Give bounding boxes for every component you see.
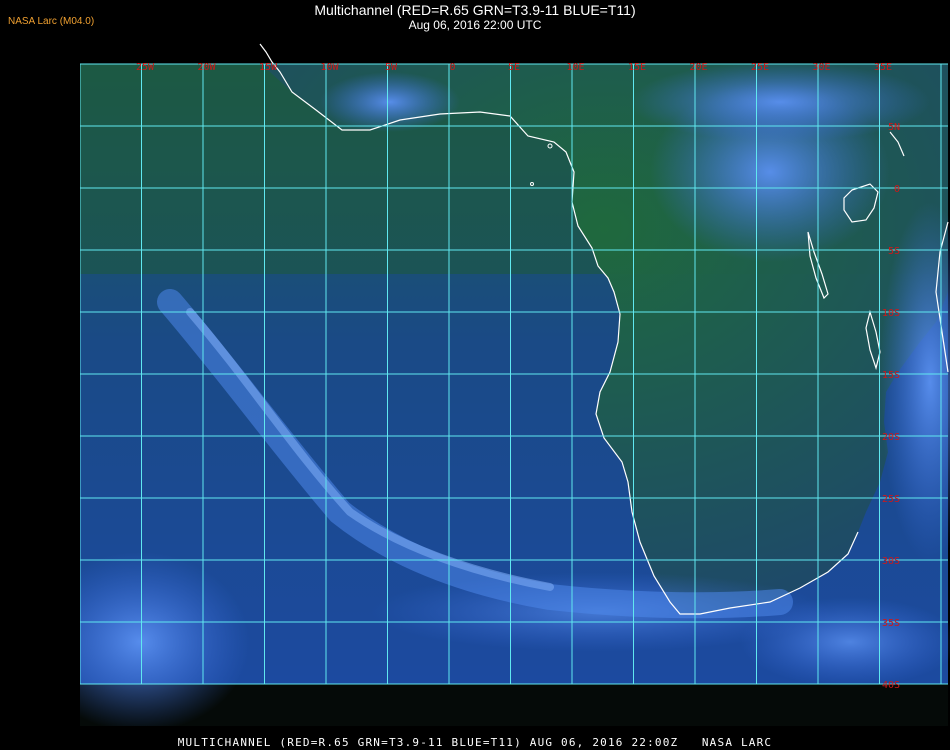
latitude-label: 20S — [882, 432, 900, 443]
longitude-label: 0 — [449, 62, 455, 73]
longitude-label: 15E — [628, 62, 646, 73]
latitude-label: 10S — [882, 308, 900, 319]
latitude-label: 35S — [882, 618, 900, 629]
latitude-label: 25S — [882, 494, 900, 505]
longitude-label: 35E — [874, 62, 892, 73]
latitude-label: 5S — [888, 246, 900, 257]
image-title: Multichannel (RED=R.65 GRN=T3.9-11 BLUE=… — [314, 2, 636, 18]
latitude-label: 15S — [882, 370, 900, 381]
longitude-label: 10W — [320, 62, 339, 73]
longitude-label: 10E — [566, 62, 584, 73]
image-caption: MULTICHANNEL (RED=R.65 GRN=T3.9-11 BLUE=… — [177, 736, 773, 749]
satellite-image: 25W 20W 15W 10W 5W 0 5E 10E 15E 20E 25E 30E 35E 5N 0 5… — [80, 43, 950, 726]
longitude-label: 20W — [197, 62, 216, 73]
longitude-label: 25E — [751, 62, 769, 73]
latitude-label: 40S — [882, 680, 900, 691]
longitude-label: 5W — [385, 62, 398, 73]
longitude-label: 30E — [812, 62, 830, 73]
longitude-label: 20E — [689, 62, 707, 73]
image-timestamp: Aug 06, 2016 22:00 UTC — [408, 18, 542, 32]
longitude-label: 25W — [136, 62, 155, 73]
longitude-label: 15W — [259, 62, 278, 73]
longitude-label: 5E — [508, 62, 520, 73]
latitude-label: 0 — [894, 184, 900, 195]
latitude-label: 30S — [882, 556, 900, 567]
satellite-map[interactable]: 25W 20W 15W 10W 5W 0 5E 10E 15E 20E 25E 30E 35E 5N 0 5… — [80, 42, 950, 726]
cloud-mass-northeast — [630, 62, 930, 142]
latitude-label: 5N — [888, 122, 900, 133]
